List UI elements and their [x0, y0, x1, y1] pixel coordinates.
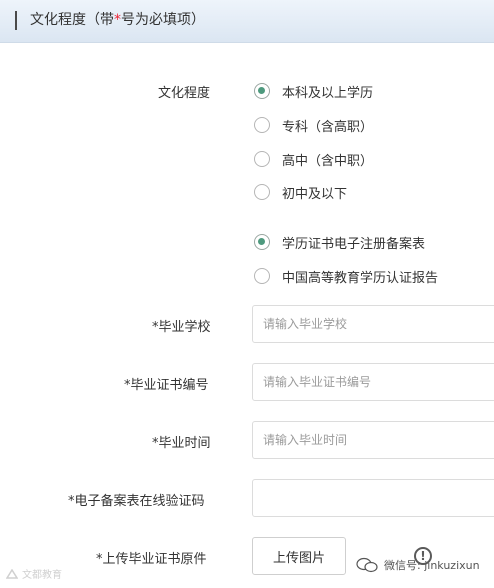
verify-code-label: *电子备案表在线验证码: [68, 494, 205, 509]
header-accent-bar: [15, 11, 17, 30]
radio-high-school[interactable]: 高中（含中职）: [254, 148, 373, 170]
radio-label: 中国高等教育学历认证报告: [282, 270, 439, 286]
radio-checked-icon[interactable]: [254, 83, 270, 99]
watermark-right: 微信号: jinkuzixun: [356, 557, 480, 573]
radio-unchecked-icon[interactable]: [254, 184, 270, 200]
section-header: 文化程度（带*号为必填项）: [0, 0, 494, 43]
required-asterisk: *: [114, 12, 121, 28]
section-title-text: 文化程度（带: [30, 12, 114, 28]
radio-checked-icon[interactable]: [254, 234, 270, 250]
school-label: *毕业学校: [152, 320, 211, 335]
radio-label: 学历证书电子注册备案表: [282, 236, 426, 252]
watermark-left-text: 文都教育: [22, 570, 62, 581]
grad-time-label: *毕业时间: [152, 436, 211, 451]
watermark-right-text: 微信号: jinkuzixun: [384, 559, 480, 572]
radio-bachelor[interactable]: 本科及以上学历: [254, 80, 373, 102]
section-title-suffix: 号为必填项）: [121, 12, 205, 28]
radio-associate[interactable]: 专科（含高职）: [254, 114, 373, 136]
radio-unchecked-icon[interactable]: [254, 151, 270, 167]
grad-time-input[interactable]: [252, 421, 494, 459]
logo-icon: [6, 568, 18, 579]
radio-label: 高中（含中职）: [282, 153, 374, 169]
upload-image-button[interactable]: 上传图片: [252, 537, 346, 575]
section-title: 文化程度（带*号为必填项）: [30, 11, 205, 30]
watermark-left: 文都教育: [6, 566, 62, 581]
radio-label: 初中及以下: [282, 186, 348, 202]
education-label: 文化程度: [158, 86, 211, 101]
cert-number-input[interactable]: [252, 363, 494, 401]
radio-label: 本科及以上学历: [282, 85, 374, 101]
radio-unchecked-icon[interactable]: [254, 117, 270, 133]
radio-certification-report[interactable]: 中国高等教育学历认证报告: [254, 265, 438, 287]
radio-junior-high[interactable]: 初中及以下: [254, 181, 347, 203]
cert-number-label: *毕业证书编号: [124, 378, 209, 393]
radio-electronic-registration[interactable]: 学历证书电子注册备案表: [254, 231, 425, 253]
wechat-icon: [356, 557, 378, 573]
radio-unchecked-icon[interactable]: [254, 268, 270, 284]
upload-label: *上传毕业证书原件: [96, 552, 207, 567]
verify-code-input[interactable]: [252, 479, 494, 517]
school-input[interactable]: [252, 305, 494, 343]
radio-label: 专科（含高职）: [282, 119, 374, 135]
